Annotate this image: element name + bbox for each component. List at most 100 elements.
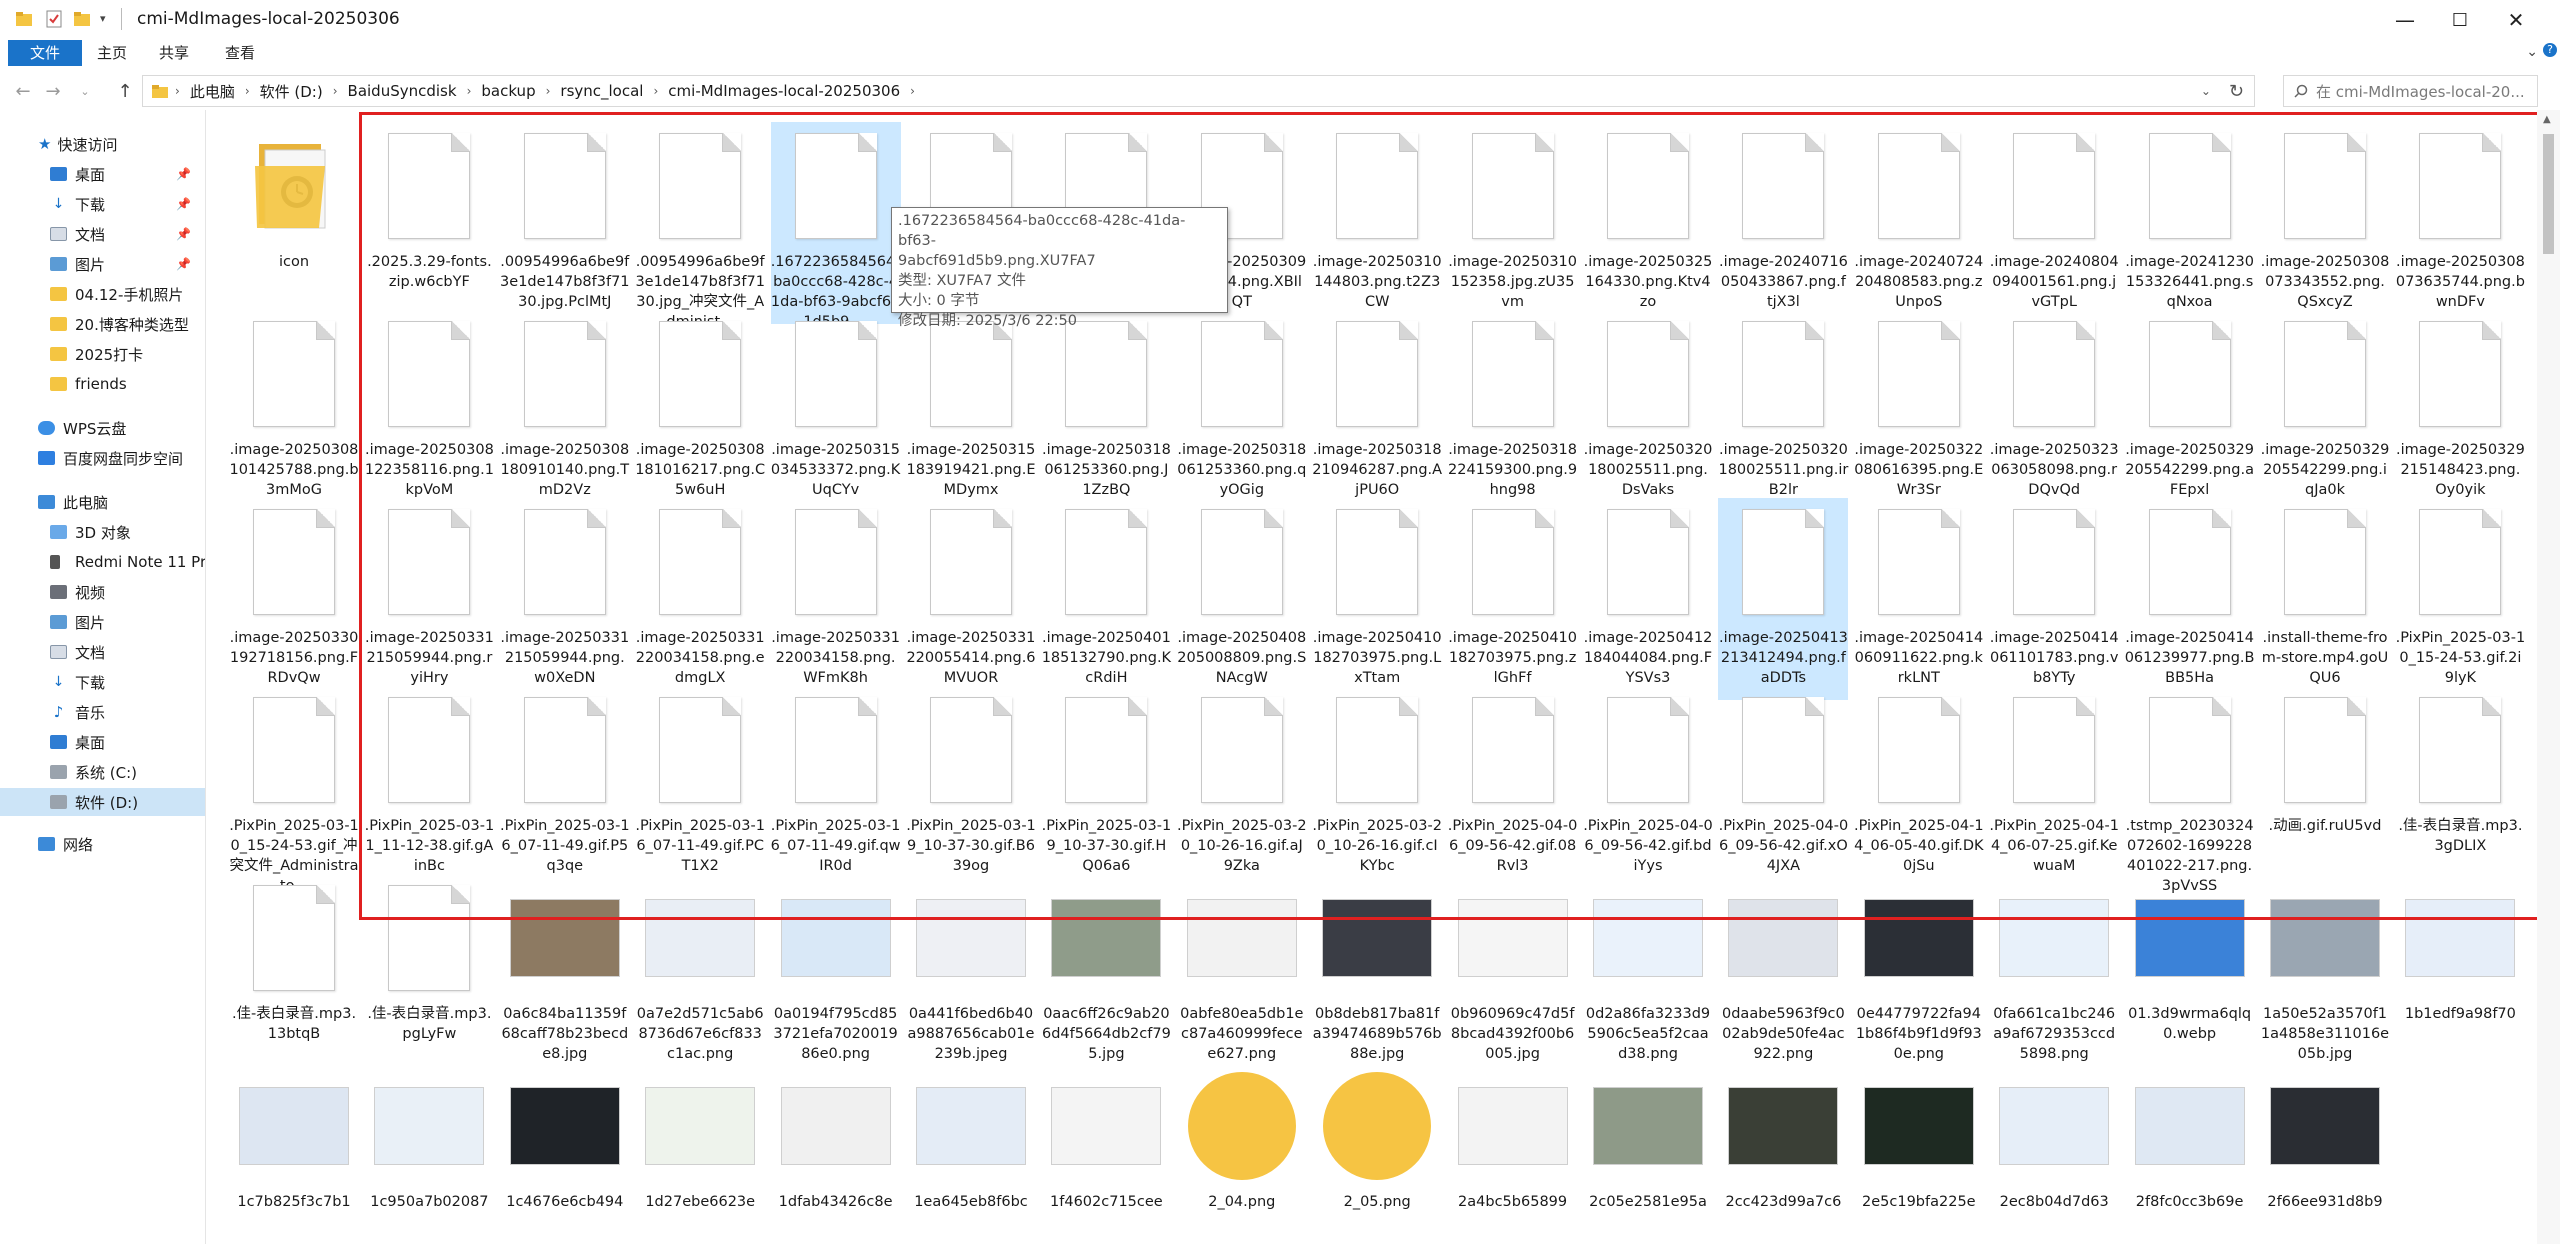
file-item[interactable]: 0d2a86fa3233d95906c5ea5f2caad38.png <box>1583 874 1713 1076</box>
file-item[interactable]: .tstmp_20230324072602-1699228401022-217.… <box>2125 686 2255 894</box>
file-item[interactable]: .image-20250323063058098.png.rDQvQd <box>1989 310 2119 512</box>
file-item[interactable]: .image-20250308101425788.png.b3mMoG <box>229 310 359 512</box>
file-item[interactable]: .image-20250308122358116.png.1kpVoM <box>364 310 494 512</box>
file-item[interactable]: 0b960969c47d5f8bcad4392f00b6005.jpg <box>1448 874 1578 1076</box>
file-item[interactable]: .image-20250310152358.jpg.zU35vm <box>1448 122 1578 324</box>
file-item[interactable]: .image-20250318210946287.png.AjPU6O <box>1312 310 1442 512</box>
nav-this-pc[interactable]: 此电脑 <box>0 488 205 516</box>
nav-pc-phone[interactable]: Redmi Note 11 Pr <box>0 548 205 576</box>
minimize-button[interactable]: — <box>2374 0 2436 40</box>
file-item[interactable]: 2ec8b04d7d63 <box>1989 1062 2119 1244</box>
file-item[interactable]: .PixPin_2025-03-19_10-37-30.gif.B639og <box>906 686 1036 888</box>
file-item[interactable]: .image-20250408205008809.png.SNAcgW <box>1177 498 1307 700</box>
nav-baidu-sync[interactable]: 百度网盘同步空间 <box>0 444 205 472</box>
file-item[interactable]: .PixPin_2025-03-19_10-37-30.gif.HQ06a6 <box>1041 686 1171 888</box>
file-item[interactable]: .PixPin_2025-03-20_10-26-16.gif.cIKYbc <box>1312 686 1442 888</box>
nav-pc-drive-d[interactable]: 软件 (D:) <box>0 788 205 816</box>
file-item[interactable]: .PixPin_2025-04-14_06-07-25.gif.KewuaM <box>1989 686 2119 888</box>
file-item[interactable]: 1a50e52a3570f11a4858e311016e05b.jpg <box>2260 874 2390 1076</box>
file-item[interactable]: .PixPin_2025-04-06_09-56-42.gif.08Rvl3 <box>1448 686 1578 888</box>
nav-quick-folder-1[interactable]: 04.12-手机照片 <box>0 280 205 308</box>
breadcrumb-rsync-local[interactable]: rsync_local <box>560 82 643 100</box>
pane-divider[interactable] <box>205 110 206 1244</box>
nav-pc-music[interactable]: ♪ 音乐 <box>0 698 205 726</box>
nav-quick-pictures[interactable]: 图片 📌 <box>0 250 205 278</box>
file-item[interactable]: .image-20250331215059944.png.w0XeDN <box>500 498 630 700</box>
file-item[interactable]: .image-20250414060911622.png.krkLNT <box>1854 498 1984 700</box>
breadcrumb-current-folder[interactable]: cmi-MdImages-local-20250306 <box>668 82 900 100</box>
file-item[interactable]: 2_05.png <box>1312 1062 1442 1244</box>
file-item[interactable]: 0abfe80ea5db1ec87a460999fecee627.png <box>1177 874 1307 1076</box>
file-item[interactable]: .image-20250318061253360.png.J1ZzBQ <box>1041 310 1171 512</box>
file-item[interactable]: .image-20250331220034158.png.WFmK8h <box>771 498 901 700</box>
file-item[interactable]: .佳-表白录音.mp3.pgLyFw <box>364 874 494 1076</box>
file-item[interactable]: 0aac6ff26c9ab206d4f5664db2cf795.jpg <box>1041 874 1171 1076</box>
file-item[interactable]: .2025.3.29-fonts.zip.w6cbYF <box>364 122 494 324</box>
file-item[interactable]: .PixPin_2025-03-16_07-11-49.gif.PCT1X2 <box>635 686 765 888</box>
file-item[interactable]: .PixPin_2025-04-06_09-56-42.gif.bdiYys <box>1583 686 1713 888</box>
forward-arrow-icon[interactable]: → <box>40 78 66 104</box>
file-item[interactable]: 2f8fc0cc3b69e <box>2125 1062 2255 1244</box>
nav-pc-documents[interactable]: 文档 <box>0 638 205 666</box>
file-item[interactable]: .image-20250308181016217.png.C5w6uH <box>635 310 765 512</box>
file-item[interactable]: .image-20250414061239977.png.BBB5Ha <box>2125 498 2255 700</box>
file-item[interactable]: 1c4676e6cb494 <box>500 1062 630 1244</box>
file-item[interactable]: .image-20250315183919421.png.EMDymx <box>906 310 1036 512</box>
file-item[interactable]: .佳-表白录音.mp3.13btqB <box>229 874 359 1076</box>
file-item[interactable]: 0a6c84ba11359f68caff78b23becde8.jpg <box>500 874 630 1076</box>
close-button[interactable]: ✕ <box>2485 0 2547 40</box>
file-item[interactable]: .image-20250329205542299.png.iqJa0k <box>2260 310 2390 512</box>
recent-locations-icon[interactable]: ⌄ <box>72 78 98 104</box>
file-item[interactable]: 01.3d9wrma6qlq0.webp <box>2125 874 2255 1076</box>
folder-item[interactable]: icon <box>229 122 359 324</box>
file-item[interactable]: .PixPin_2025-04-14_06-05-40.gif.DK0jSu <box>1854 686 1984 888</box>
file-item[interactable]: .image-20250329205542299.png.aFEpxl <box>2125 310 2255 512</box>
tab-file[interactable]: 文件 <box>8 40 82 66</box>
file-item[interactable]: 0daabe5963f9c002ab9de50fe4ac922.png <box>1718 874 1848 1076</box>
file-item[interactable]: .image-20250330192718156.png.FRDvQw <box>229 498 359 700</box>
breadcrumb-drive-d[interactable]: 软件 (D:) <box>260 81 323 102</box>
scroll-up-icon[interactable]: ▲ <box>2543 114 2551 125</box>
breadcrumb-baidusyncdisk[interactable]: BaiduSyncdisk <box>348 82 457 100</box>
expand-ribbon-icon[interactable]: ⌄ <box>2526 44 2538 60</box>
refresh-icon[interactable]: ↻ <box>2229 81 2244 102</box>
file-item[interactable]: 1dfab43426c8e <box>771 1062 901 1244</box>
nav-quick-documents[interactable]: 文档 📌 <box>0 220 205 248</box>
nav-quick-folder-3[interactable]: 2025打卡 <box>0 340 205 368</box>
nav-pc-desktop[interactable]: 桌面 <box>0 728 205 756</box>
file-item[interactable]: 0a441f6bed6b40a9887656cab01e239b.jpeg <box>906 874 1036 1076</box>
new-folder-icon[interactable] <box>72 9 92 29</box>
file-item[interactable]: 2e5c19bfa225e <box>1854 1062 1984 1244</box>
file-item[interactable]: .image-20250410182703975.png.LxTtam <box>1312 498 1442 700</box>
file-item[interactable]: .image-20250401185132790.png.KcRdiH <box>1041 498 1171 700</box>
file-item[interactable]: .image-20250413213412494.png.faDDTs <box>1718 498 1849 700</box>
tab-view[interactable]: 查看 <box>212 40 268 66</box>
nav-pc-videos[interactable]: 视频 <box>0 578 205 606</box>
file-item[interactable]: 1ea645eb8f6bc <box>906 1062 1036 1244</box>
file-item[interactable]: .PixPin_2025-03-16_07-11-49.gif.P5q3qe <box>500 686 630 888</box>
nav-network[interactable]: 网络 <box>0 830 205 858</box>
search-input[interactable]: 在 cmi-MdImages-local-20... <box>2283 75 2538 107</box>
file-item[interactable]: 2_04.png <box>1177 1062 1307 1244</box>
file-item[interactable]: .PixPin_2025-04-06_09-56-42.gif.xO4JXA <box>1718 686 1848 888</box>
file-item[interactable]: 0a0194f795cd853721efa702001986e0.png <box>771 874 901 1076</box>
file-item[interactable]: .image-20250318061253360.png.qyOGig <box>1177 310 1307 512</box>
nav-quick-folder-2[interactable]: 20.博客种类选型 <box>0 310 205 338</box>
file-item[interactable]: .image-20241230153326441.png.sqNxoa <box>2125 122 2255 324</box>
file-item[interactable]: .install-theme-from-store.mp4.goUQU6 <box>2260 498 2390 700</box>
up-arrow-icon[interactable]: ↑ <box>112 78 138 104</box>
file-item[interactable]: 0fa661ca1bc246a9af6729353ccd5898.png <box>1989 874 2119 1076</box>
file-item[interactable]: .image-20250331215059944.png.ryiHry <box>364 498 494 700</box>
file-item[interactable]: .1672236584564-ba0ccc68-428c-41da-bf63-9… <box>770 122 901 330</box>
file-item[interactable]: .佳-表白录音.mp3.3gDLIX <box>2395 686 2525 888</box>
file-item[interactable]: 0b8deb817ba81fa39474689b576b88e.jpg <box>1312 874 1442 1076</box>
nav-quick-folder-4[interactable]: friends <box>0 370 205 398</box>
file-item[interactable]: .image-20250320180025511.png.DsVaks <box>1583 310 1713 512</box>
file-item[interactable]: .PixPin_2025-03-10_15-24-53.gif.2i9lyK <box>2395 498 2525 700</box>
breadcrumb-backup[interactable]: backup <box>481 82 535 100</box>
address-dropdown-icon[interactable]: ⌄ <box>2201 84 2211 98</box>
file-item[interactable]: .00954996a6be9f3e1de147b8f3f7130.jpg.Pcl… <box>500 122 630 324</box>
file-item[interactable]: .image-20250331220055414.png.6MVUOR <box>906 498 1036 700</box>
file-item[interactable]: 1d27ebe6623e <box>635 1062 765 1244</box>
file-item[interactable]: .image-20250308073343552.png.QSxcyZ <box>2260 122 2390 324</box>
